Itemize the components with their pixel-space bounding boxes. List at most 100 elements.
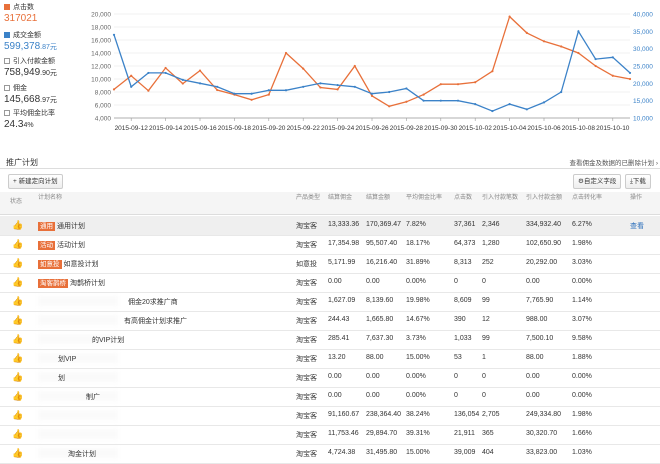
- status-thumb-icon[interactable]: 👍: [12, 315, 23, 326]
- deleted-plans-link[interactable]: 查看佣金及数据的已删除计划 ›: [570, 157, 658, 167]
- column-header[interactable]: 产品类型: [296, 195, 320, 202]
- status-thumb-icon[interactable]: 👍: [12, 410, 23, 421]
- amount-cell: 16,216.40: [366, 259, 398, 266]
- pay-cell: 0.00: [526, 392, 540, 399]
- plan-name-cell[interactable]: 划: [58, 373, 65, 383]
- rate-cell: 7.82%: [406, 221, 426, 228]
- table-row[interactable]: 👍 划VIP 淘宝客 13.20 88.00 15.00% 53 1 88.00 1.88%: [0, 349, 660, 369]
- plan-name-cell[interactable]: 佣金20求推广商: [128, 297, 178, 307]
- metric-checkbox[interactable]: [4, 32, 10, 38]
- table-row[interactable]: 👍 淘宝客 11,753.46 29,894.70 39.31% 21,911 365 30,…: [0, 425, 660, 445]
- plan-name[interactable]: 划VIP: [58, 356, 76, 363]
- clicks-point: [198, 69, 202, 72]
- y-left-tick-label: 18,000: [91, 25, 111, 32]
- column-header[interactable]: 点击转化率: [572, 195, 602, 202]
- column-header[interactable]: 结算金额: [366, 195, 390, 202]
- plan-name-cell[interactable]: 划VIP: [58, 354, 76, 364]
- type-cell: 淘宝客: [296, 299, 317, 306]
- table-row[interactable]: 👍 活动 活动计划 淘宝客 17,354.98 95,507.40 18.17% 64,373…: [0, 235, 660, 255]
- clicks-point: [542, 40, 546, 43]
- metric-item[interactable]: 平均佣金比率 24.34%: [4, 108, 55, 130]
- plan-name-cell[interactable]: 的VIP计划: [92, 335, 124, 345]
- status-thumb-icon[interactable]: 👍: [12, 334, 23, 345]
- plan-name-cell[interactable]: 淘客鹊桥 淘鹊桥计划: [38, 278, 105, 288]
- status-thumb-icon[interactable]: 👍: [12, 391, 23, 402]
- plan-name[interactable]: 划: [58, 375, 65, 382]
- status-thumb-icon[interactable]: 👍: [12, 239, 23, 250]
- amount-point: [233, 92, 236, 95]
- plan-name[interactable]: 通用计划: [57, 223, 85, 230]
- metric-checkbox[interactable]: [4, 110, 10, 116]
- column-header[interactable]: 点击数: [454, 195, 472, 202]
- orders-cell: 0: [482, 278, 486, 285]
- commission-cell: 4,724.38: [328, 449, 356, 456]
- metric-item[interactable]: 引入付款金额 758,949.90元: [4, 56, 57, 78]
- table-row[interactable]: 👍 有高佣金计划求推广 淘宝客 244.43 1,665.80 14.67% 390 12 98…: [0, 311, 660, 331]
- plan-name[interactable]: 如意投计划: [64, 261, 99, 268]
- table-header: 状态 计划名称 产品类型 结算佣金 结算金额 平均佣金比率 点击数 引入付款笔数 引入付款金额 点…: [0, 192, 660, 215]
- plan-name[interactable]: 有高佣金计划求推广: [124, 318, 187, 325]
- plan-name[interactable]: 佣金20求推广商: [128, 299, 178, 306]
- download-button[interactable]: ⤓下载: [625, 174, 651, 189]
- clicks-point: [422, 93, 425, 96]
- metric-item[interactable]: 佣金 145,668.97元: [4, 83, 57, 105]
- table-row[interactable]: 👍 的VIP计划 淘宝客 285.41 7,637.30 3.73% 1,033 99 7,50…: [0, 330, 660, 350]
- plan-name-cell[interactable]: 活动 活动计划: [38, 240, 85, 250]
- view-link[interactable]: 查看: [630, 221, 644, 231]
- table-row[interactable]: 👍 佣金20求推广商 淘宝客 1,627.09 8,139.60 19.98% 8,609 9…: [0, 292, 660, 312]
- status-thumb-icon[interactable]: 👍: [12, 296, 23, 307]
- table-row[interactable]: 👍 通用 通用计划 淘宝客 13,333.36 170,369.47 7.82% 37,361…: [0, 216, 660, 236]
- table-row[interactable]: 👍 淘金计划 淘宝客 4,724.38 31,495.80 15.00% 39,009 404…: [0, 444, 660, 464]
- table-row[interactable]: 👍 淘客鹊桥 淘鹊桥计划 淘宝客 0.00 0.00 0.00% 0 0 0.00 0.00%: [0, 273, 660, 293]
- metric-value-suffix: .87元: [40, 44, 57, 51]
- new-plan-button[interactable]: + 新建定向计划: [8, 174, 63, 189]
- amount-point: [577, 30, 580, 33]
- table-row[interactable]: 👍 制广 淘宝客 0.00 0.00 0.00% 0 0 0.00 0.00%: [0, 387, 660, 407]
- cvr-cell: 1.98%: [572, 411, 592, 418]
- metric-checkbox[interactable]: [4, 85, 10, 91]
- status-thumb-icon[interactable]: 👍: [12, 372, 23, 383]
- plan-name-cell[interactable]: 如意投 如意投计划: [38, 259, 99, 269]
- status-thumb-icon[interactable]: 👍: [12, 429, 23, 440]
- clicks-cell: 64,373: [454, 240, 476, 247]
- clicks-cell: 0: [454, 373, 458, 380]
- metric-checkbox[interactable]: [4, 58, 10, 64]
- status-thumb-icon[interactable]: 👍: [12, 353, 23, 364]
- metric-checkbox[interactable]: [4, 4, 10, 10]
- column-header[interactable]: 引入付款金额: [526, 195, 562, 202]
- column-header[interactable]: 操作: [630, 195, 642, 202]
- column-header[interactable]: 状态: [10, 199, 22, 206]
- plan-name[interactable]: 活动计划: [57, 242, 85, 249]
- plan-name-cell[interactable]: 有高佣金计划求推广: [124, 316, 187, 326]
- clicks-point: [319, 86, 322, 89]
- commission-cell: 0.00: [328, 392, 342, 399]
- table-row[interactable]: 👍 划 淘宝客 0.00 0.00 0.00% 0 0 0.00 0.00%: [0, 368, 660, 388]
- orders-cell: 99: [482, 297, 490, 304]
- clicks-point: [370, 94, 374, 97]
- metric-value-suffix: .90元: [40, 70, 57, 77]
- plan-name[interactable]: 淘鹊桥计划: [70, 280, 105, 287]
- rate-cell: 38.24%: [406, 411, 430, 418]
- column-header[interactable]: 计划名称: [38, 195, 62, 202]
- plan-name[interactable]: 的VIP计划: [92, 337, 124, 344]
- status-thumb-icon[interactable]: 👍: [12, 258, 23, 269]
- column-header[interactable]: 平均佣金比率: [406, 195, 442, 202]
- plan-name[interactable]: 制广: [86, 394, 100, 401]
- table-row[interactable]: 👍 淘宝客 91,160.67 238,364.40 38.24% 136,054 2,70…: [0, 406, 660, 426]
- clicks-point: [181, 82, 184, 85]
- type-cell: 淘宝客: [296, 337, 317, 344]
- status-thumb-icon[interactable]: 👍: [12, 220, 23, 231]
- plan-name[interactable]: 淘金计划: [68, 451, 96, 458]
- custom-fields-button[interactable]: ⚙自定义字段: [573, 174, 622, 189]
- plan-name-cell[interactable]: 通用 通用计划: [38, 221, 85, 231]
- plan-name-cell[interactable]: 制广: [86, 392, 100, 402]
- status-thumb-icon[interactable]: 👍: [12, 277, 23, 288]
- metric-item[interactable]: 点击数 317021: [4, 2, 37, 24]
- table-row[interactable]: 👍 如意投 如意投计划 如意投 5,171.99 16,216.40 31.89% 8,313…: [0, 254, 660, 274]
- status-thumb-icon[interactable]: 👍: [12, 448, 23, 459]
- clicks-cell: 53: [454, 354, 462, 361]
- amount-point: [542, 101, 546, 104]
- metric-item[interactable]: 成交金额 599,378.87元: [4, 30, 57, 52]
- column-header[interactable]: 结算佣金: [328, 195, 352, 202]
- column-header[interactable]: 引入付款笔数: [482, 195, 518, 202]
